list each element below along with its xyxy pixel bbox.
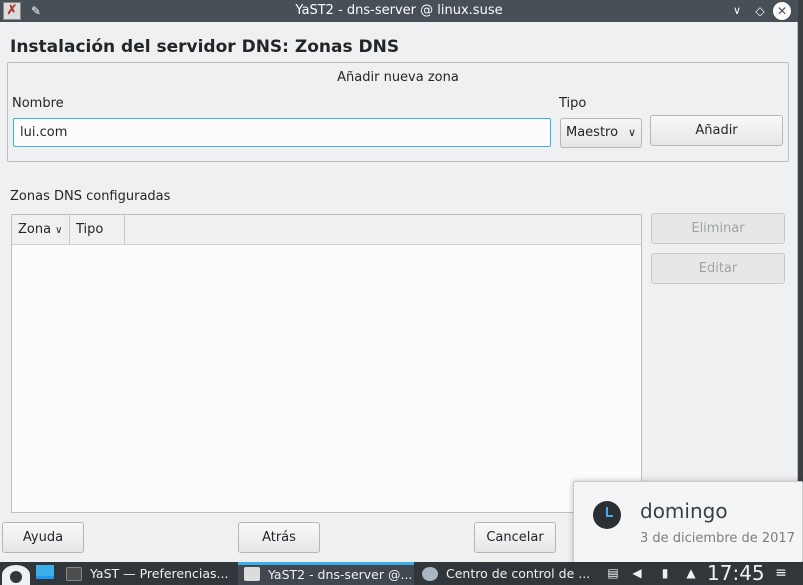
close-icon[interactable]: ✕ xyxy=(773,2,791,20)
zone-type-value: Maestro xyxy=(566,125,619,140)
control-center-icon xyxy=(422,567,438,581)
task-control-center[interactable]: Centro de control de ... xyxy=(416,562,592,585)
volume-icon[interactable]: ◀ xyxy=(630,566,644,581)
name-label: Nombre xyxy=(12,96,64,111)
zones-table-header: Zona ∨ Tipo xyxy=(12,215,641,245)
page-title: Instalación del servidor DNS: Zonas DNS xyxy=(10,37,400,57)
configured-zones-label: Zonas DNS configuradas xyxy=(10,189,171,204)
show-desktop-icon[interactable] xyxy=(36,565,54,579)
application-launcher-icon[interactable] xyxy=(2,565,30,585)
help-button[interactable]: Ayuda xyxy=(2,522,84,553)
back-button[interactable]: Atrás xyxy=(238,522,320,553)
expand-tray-icon[interactable]: ▲ xyxy=(684,566,698,581)
clipboard-icon[interactable]: ▤ xyxy=(606,566,620,581)
terminal-icon xyxy=(66,567,82,581)
zones-table[interactable]: Zona ∨ Tipo xyxy=(11,214,642,513)
zone-type-select[interactable]: Maestro ∨ xyxy=(560,118,642,148)
battery-icon[interactable]: ▮ xyxy=(658,566,672,581)
edit-zone-button[interactable]: Editar xyxy=(651,253,785,284)
taskbar: YaST — Preferencias... YaST2 - dns-serve… xyxy=(0,562,803,585)
task-yast-preferences[interactable]: YaST — Preferencias... xyxy=(60,562,236,585)
add-zone-group-title: Añadir nueva zona xyxy=(337,70,459,85)
task-yast-dns-server[interactable]: YaST2 - dns-server @... xyxy=(238,562,414,585)
type-label: Tipo xyxy=(559,96,587,111)
window-titlebar[interactable]: ✗ ✎ YaST2 - dns-server @ linux.suse ∨ ◇ … xyxy=(0,0,798,22)
menu-icon[interactable]: ≡ xyxy=(774,566,788,581)
zone-name-input[interactable]: lui.com xyxy=(13,118,551,147)
notification-body: 3 de diciembre de 2017 xyxy=(640,531,795,546)
add-zone-button[interactable]: Añadir xyxy=(650,115,783,146)
sort-chevron-icon: ∨ xyxy=(55,225,63,236)
clock-icon xyxy=(593,501,621,529)
add-zone-group: Añadir nueva zona Nombre Tipo lui.com Ma… xyxy=(7,62,789,162)
column-header-type[interactable]: Tipo xyxy=(70,215,125,245)
delete-zone-button[interactable]: Eliminar xyxy=(651,213,785,244)
chevron-down-icon: ∨ xyxy=(627,126,636,139)
column-header-zone[interactable]: Zona ∨ xyxy=(12,215,70,245)
date-notification[interactable]: domingo 3 de diciembre de 2017 xyxy=(573,481,803,563)
yast-icon xyxy=(244,567,260,581)
window-title: YaST2 - dns-server @ linux.suse xyxy=(295,3,503,18)
cancel-button[interactable]: Cancelar xyxy=(474,522,556,553)
minimize-icon[interactable]: ∨ xyxy=(728,2,746,20)
maximize-icon[interactable]: ◇ xyxy=(751,2,769,20)
notification-title: domingo xyxy=(640,499,728,523)
yast-window: ✗ ✎ YaST2 - dns-server @ linux.suse ∨ ◇ … xyxy=(0,0,798,562)
clock[interactable]: 17:45 xyxy=(707,562,765,585)
